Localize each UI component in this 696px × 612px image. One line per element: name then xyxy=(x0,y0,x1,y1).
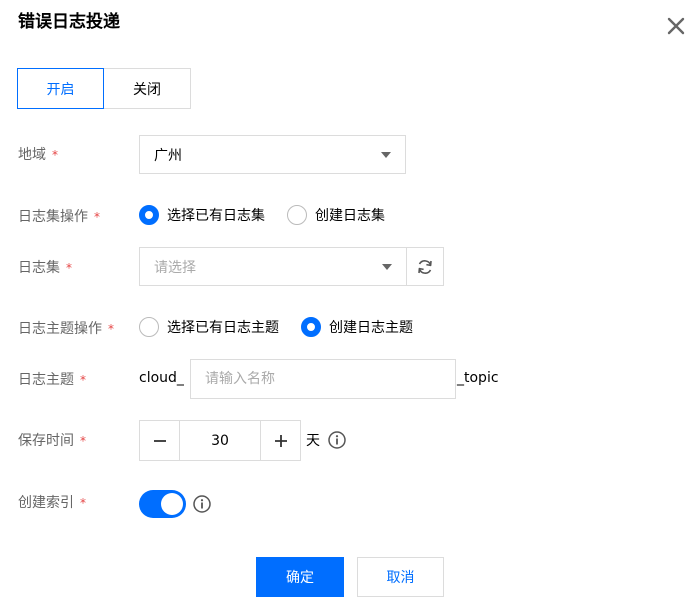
region-label-text: 地域 xyxy=(18,147,46,163)
enable-toggle-group: 开启 关闭 xyxy=(17,68,191,109)
logset-op-label: 日志集操作 * xyxy=(18,207,100,227)
enable-off-button[interactable]: 关闭 xyxy=(104,68,191,109)
logset-op-radio-group: 选择已有日志集 创建日志集 xyxy=(139,205,407,225)
refresh-icon xyxy=(418,259,432,274)
toggle-knob xyxy=(161,493,183,515)
topic-op-radio-group: 选择已有日志主题 创建日志主题 xyxy=(139,317,435,337)
retention-label-text: 保存时间 xyxy=(18,433,74,449)
radio-dot xyxy=(301,317,321,337)
index-label-text: 创建索引 xyxy=(18,495,74,511)
topic-label: 日志主题 * xyxy=(18,370,86,390)
caret-down-icon xyxy=(381,152,391,158)
radio-label: 创建日志主题 xyxy=(329,320,413,336)
minus-icon xyxy=(153,439,166,442)
radio-select-existing-logset[interactable]: 选择已有日志集 xyxy=(139,205,265,225)
region-select[interactable]: 广州 xyxy=(139,135,406,174)
topic-prefix: cloud_ xyxy=(139,370,184,386)
radio-dot xyxy=(287,205,307,225)
required-mark: * xyxy=(108,322,114,336)
plus-icon xyxy=(274,434,287,447)
required-mark: * xyxy=(94,210,100,224)
region-select-value: 广州 xyxy=(154,147,182,164)
cancel-button[interactable]: 取消 xyxy=(357,557,444,597)
log-delivery-dialog: 错误日志投递 开启 关闭 地域 * 广州 日志集操作 * 选择已有日志集 创建日志集… xyxy=(0,0,696,612)
confirm-button[interactable]: 确定 xyxy=(256,557,344,597)
retention-label: 保存时间 * xyxy=(18,431,86,451)
radio-select-existing-topic[interactable]: 选择已有日志主题 xyxy=(139,317,279,337)
dialog-title: 错误日志投递 xyxy=(18,12,120,32)
radio-label: 选择已有日志集 xyxy=(167,208,265,224)
topic-label-text: 日志主题 xyxy=(18,372,74,388)
radio-dot xyxy=(139,317,159,337)
index-label: 创建索引 * xyxy=(18,493,86,513)
region-label: 地域 * xyxy=(18,145,58,165)
logset-label-text: 日志集 xyxy=(18,260,60,276)
retention-value[interactable]: 30 xyxy=(180,420,260,461)
radio-label: 选择已有日志主题 xyxy=(167,320,279,336)
increment-button[interactable] xyxy=(260,420,301,461)
logset-select-placeholder: 请选择 xyxy=(154,259,196,276)
topic-op-label-text: 日志主题操作 xyxy=(18,321,102,337)
caret-down-icon xyxy=(382,264,392,270)
required-mark: * xyxy=(52,148,58,162)
logset-label: 日志集 * xyxy=(18,258,72,278)
logset-select[interactable]: 请选择 xyxy=(139,247,407,286)
required-mark: * xyxy=(66,261,72,275)
logset-op-label-text: 日志集操作 xyxy=(18,209,88,225)
retention-unit: 天 xyxy=(306,433,320,449)
radio-create-logset[interactable]: 创建日志集 xyxy=(287,205,385,225)
required-mark: * xyxy=(80,496,86,510)
info-icon[interactable] xyxy=(328,431,346,449)
enable-on-button[interactable]: 开启 xyxy=(17,68,104,109)
radio-dot xyxy=(139,205,159,225)
topic-op-label: 日志主题操作 * xyxy=(18,319,114,339)
topic-suffix: _topic xyxy=(457,370,499,386)
info-icon[interactable] xyxy=(193,495,211,513)
radio-label: 创建日志集 xyxy=(315,208,385,224)
refresh-button[interactable] xyxy=(406,247,444,286)
close-icon[interactable] xyxy=(664,14,688,38)
radio-create-topic[interactable]: 创建日志主题 xyxy=(301,317,413,337)
decrement-button[interactable] xyxy=(139,420,180,461)
required-mark: * xyxy=(80,373,86,387)
retention-stepper: 30 xyxy=(139,420,301,461)
index-toggle-switch[interactable] xyxy=(139,490,186,518)
required-mark: * xyxy=(80,434,86,448)
topic-name-input[interactable] xyxy=(190,359,456,399)
